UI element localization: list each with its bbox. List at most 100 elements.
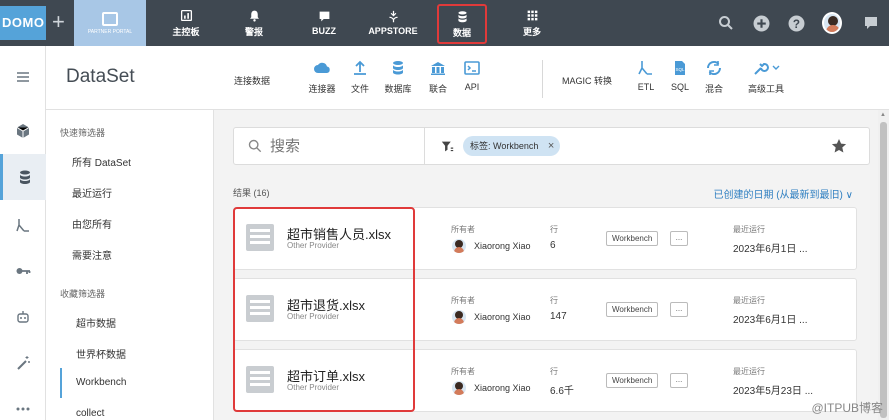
search-input[interactable] [270,136,420,156]
filter-owned-by-you[interactable]: 由您所有 [72,216,112,231]
filter-collect[interactable]: collect [76,408,104,419]
watermark: @ITPUB博客 [811,401,883,415]
nav-more[interactable]: 更多 [514,0,550,46]
left-rail [0,46,46,420]
nav-buzz-label: BUZZ [312,26,336,36]
database-icon [457,10,467,22]
svg-text:SQL: SQL [675,67,685,72]
connect-data-label: 连接数据 [234,76,271,86]
dataset-provider: Other Provider [287,241,340,250]
help-button[interactable]: ? [786,13,806,33]
domo-logo[interactable]: DOMO [0,6,46,40]
dashboard-icon [180,9,192,21]
filter-all-datasets[interactable]: 所有 DataSet [72,154,131,169]
filter-supermarket-data[interactable]: 超市数据 [76,315,116,330]
tool-api[interactable]: API [452,60,492,92]
rail-key[interactable] [0,248,46,294]
tool-file-label: 文件 [350,84,369,94]
scrollbar-thumb[interactable] [880,122,887,418]
dataset-tag[interactable]: Workbench [606,231,659,246]
rail-cube[interactable] [0,108,46,154]
nav-dashboard[interactable]: 主控板 [168,0,204,46]
add-plus-icon[interactable]: + [52,10,65,34]
etl-icon [16,219,29,232]
search-icon [248,139,262,153]
owner-avatar[interactable] [452,310,466,324]
owner-name[interactable]: Xiaorong Xiao [474,312,531,322]
rail-more[interactable] [0,386,46,420]
scrollbar[interactable]: ▲ [878,110,889,420]
owner-avatar[interactable] [452,381,466,395]
dataset-provider: Other Provider [287,312,340,321]
upload-icon [354,60,366,75]
header-divider [542,60,543,98]
dataset-tag[interactable]: Workbench [606,302,659,317]
active-filter-tag[interactable]: 标签: Workbench × [463,136,561,156]
dataset-file-icon [246,224,274,251]
star-icon[interactable] [831,138,847,154]
user-profile-button[interactable] [822,12,842,34]
dataset-card[interactable]: 超市销售人员.xlsx Other Provider 所有者 Xiaorong … [233,207,857,270]
rail-menu[interactable] [0,54,46,100]
nav-data[interactable]: 数据 [437,4,487,44]
rail-datasets[interactable] [0,154,46,200]
last-run-value: 2023年5月23日 ... [733,386,814,397]
rail-robot[interactable] [0,294,46,340]
rail-etl[interactable] [0,202,46,248]
svg-text:?: ? [792,17,799,30]
cloud-icon [314,62,330,73]
page-title: DataSet [66,66,135,87]
dataset-provider: Other Provider [287,383,340,392]
database-icon [393,61,403,75]
terminal-icon [464,61,480,75]
filter-world-cup-data[interactable]: 世界杯数据 [76,346,126,361]
nav-more-label: 更多 [522,26,541,37]
dataset-card[interactable]: 超市退货.xlsx Other Provider 所有者 Xiaorong Xi… [233,278,857,341]
filter-needs-attention[interactable]: 需要注意 [72,247,112,262]
owner-label: 所有者 [451,225,475,234]
sort-dropdown[interactable]: 已创建的日期 (从最新到最旧) ∨ [713,186,853,201]
partner-portal-logo[interactable]: PARTNER PORTAL [74,0,146,46]
nav-alerts[interactable]: 警报 [236,0,272,46]
partner-portal-text: PARTNER PORTAL [87,28,133,35]
create-button[interactable] [751,13,771,33]
buzz-chat-button[interactable] [861,13,881,33]
scroll-up-arrow-icon[interactable]: ▲ [880,112,886,118]
owner-label: 所有者 [451,367,475,376]
more-tags-button[interactable]: ... [670,231,688,246]
tool-sql-label: SQL [670,82,689,92]
owner-name[interactable]: Xiaorong Xiao [474,383,531,393]
remove-tag-icon[interactable]: × [548,136,554,156]
tool-blend[interactable]: 混合 [694,60,734,95]
tool-database[interactable]: 数据库 [378,60,418,95]
rows-label: 行 [550,367,558,376]
top-nav-bar: DOMO + PARTNER PORTAL 主控板 警报 BUZZ APPSTO… [0,0,889,46]
rail-wand[interactable] [0,340,46,386]
filter-recently-run[interactable]: 最近运行 [72,185,112,200]
chat-icon [319,11,329,22]
owner-avatar[interactable] [452,239,466,253]
wrench-icon [754,63,780,75]
dataset-tag[interactable]: Workbench [606,373,659,388]
more-tags-button[interactable]: ... [670,302,688,317]
global-search-button[interactable] [716,13,736,33]
tool-advanced[interactable]: 高级工具 [744,60,788,95]
owner-name[interactable]: Xiaorong Xiao [474,241,531,251]
nav-buzz[interactable]: BUZZ [304,0,344,46]
tool-connector[interactable]: 连接器 [302,60,342,95]
cube-icon [16,124,30,138]
nav-data-label: 数据 [452,27,471,38]
rows-value: 6 [550,240,556,251]
nav-appstore[interactable]: APPSTORE [364,0,422,46]
filter-workbench[interactable]: Workbench [60,368,126,398]
sql-icon: SQL [675,61,685,75]
wand-icon [17,356,30,370]
last-run-label: 最近运行 [733,225,765,234]
filter-icon[interactable] [441,140,454,153]
dataset-card[interactable]: 超市订单.xlsx Other Provider 所有者 Xiaorong Xi… [233,349,857,412]
tool-advanced-label: 高级工具 [747,84,784,94]
more-tags-button[interactable]: ... [670,373,688,388]
rows-value: 147 [550,311,567,322]
nav-appstore-label: APPSTORE [368,26,418,36]
tool-file[interactable]: 文件 [340,60,380,95]
